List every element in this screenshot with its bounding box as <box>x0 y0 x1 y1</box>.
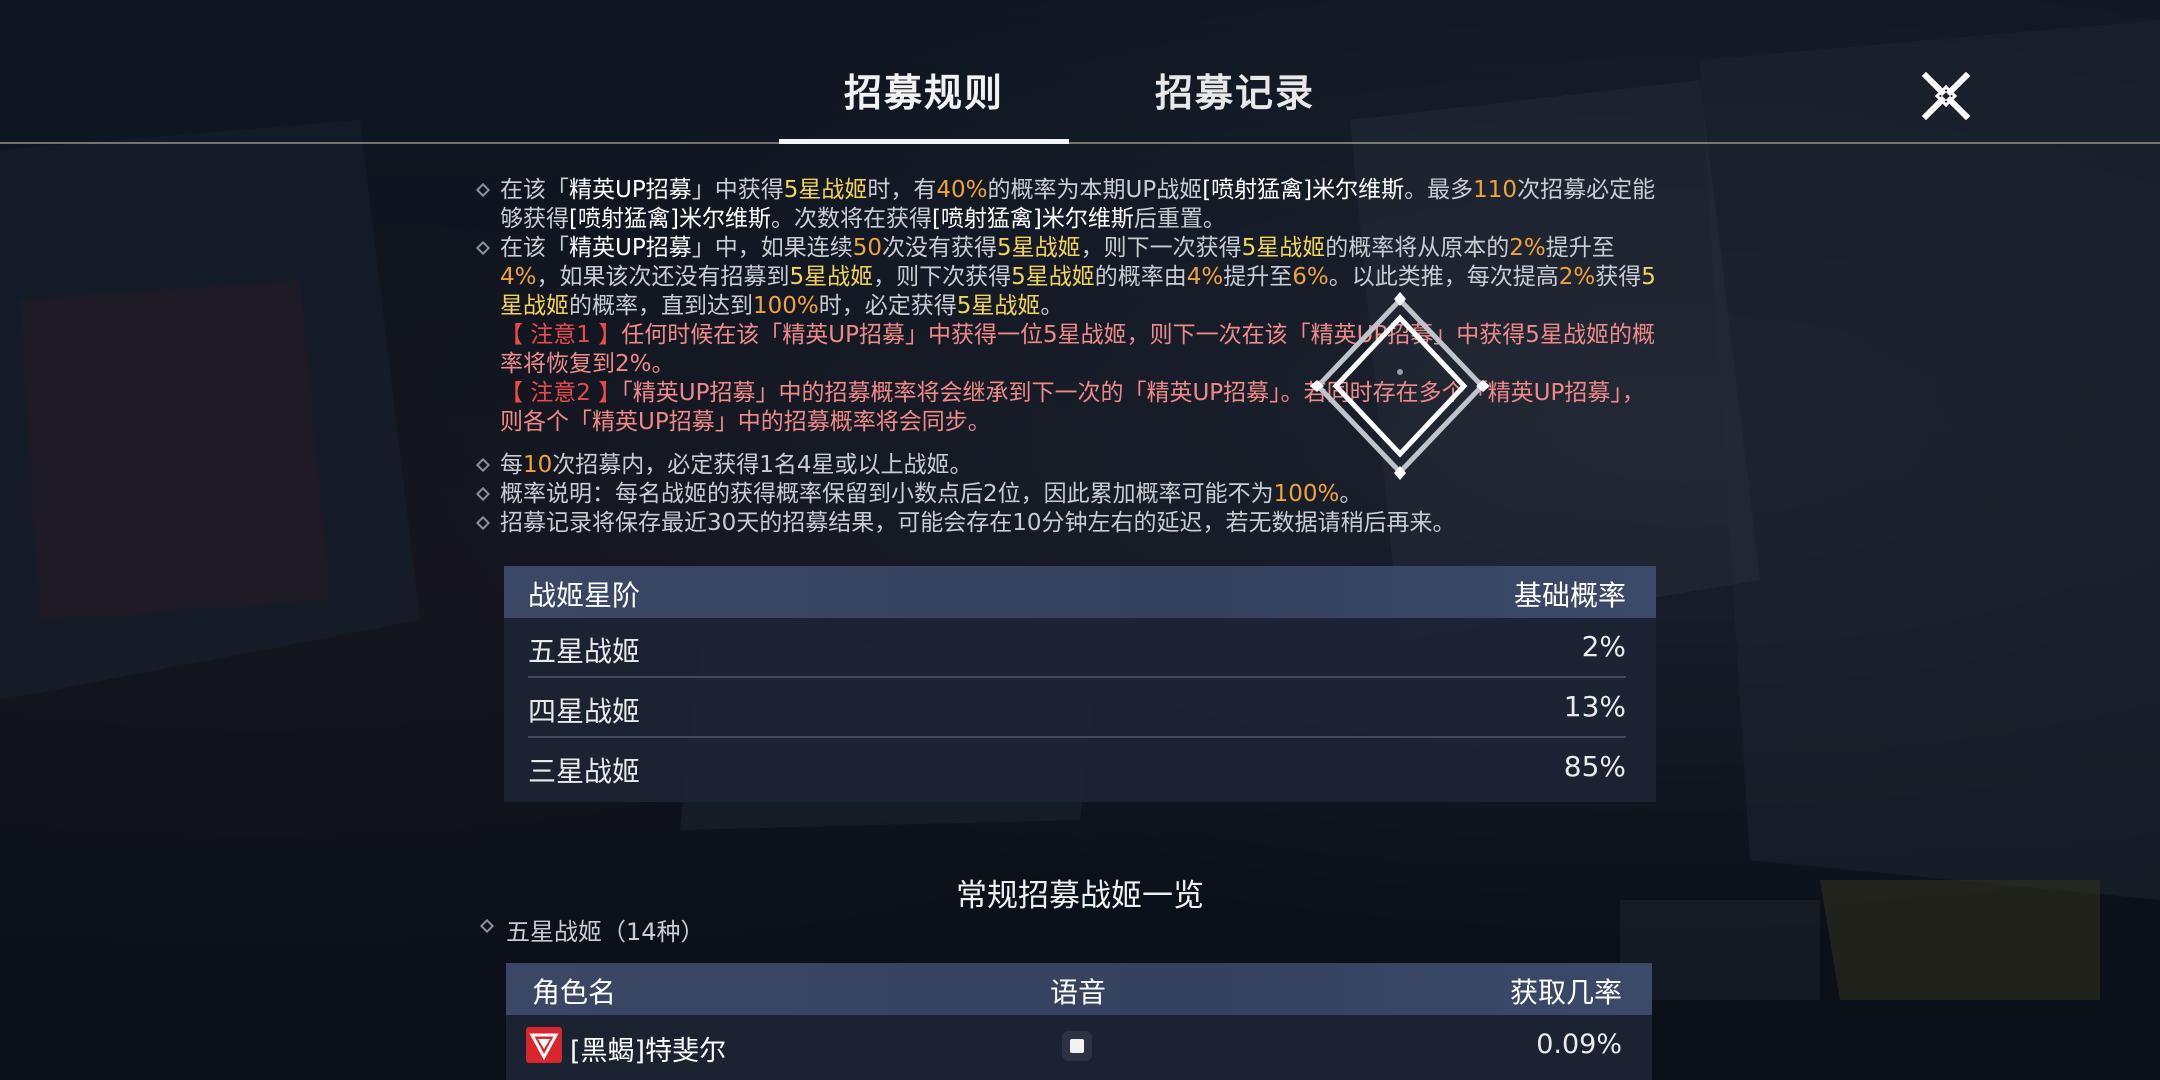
rule-highlight: 100% <box>753 293 819 319</box>
overlay-dim <box>0 0 2160 1080</box>
rule-text: 」中获得 <box>691 177 784 203</box>
table-header: 战姬星阶 基础概率 <box>504 566 1656 618</box>
section-title: 常规招募战姬一览 <box>956 878 1204 914</box>
table-row: 五星战姬 2% <box>528 618 1626 678</box>
rule-text: 的概率为本期UP战姬 <box>987 177 1203 203</box>
rule-highlight: 5星战姬 <box>1011 264 1095 290</box>
table-row: 三星战姬 85% <box>528 738 1626 796</box>
rule-text: 次没有获得 <box>882 235 997 261</box>
rule-item-record-retention: 招募记录将保存最近30天的招募结果，可能会存在10分钟左右的延迟，若无数据请稍后… <box>475 509 1666 538</box>
rule-text: ，则下次获得 <box>873 264 1012 290</box>
rule-highlight: 5星战姬 <box>783 177 868 203</box>
column-header-base-rate: 基础概率 <box>1513 579 1626 612</box>
table-row: [黑蝎]特斐尔 0.09% <box>506 1015 1652 1075</box>
diamond-bullet-icon <box>475 486 491 502</box>
star-rank-name: 三星战姬 <box>528 755 641 788</box>
character-name: [黑蝎]特斐尔 <box>570 1036 727 1067</box>
rule-text: 在该「 <box>500 235 569 261</box>
character-rate-value: 0.09% <box>1536 1029 1622 1060</box>
rule-text: 」中，如果连续 <box>691 235 853 261</box>
base-rate-value: 85% <box>1563 750 1626 783</box>
rule-highlight: [喷射猛禽]米尔维斯 <box>931 206 1134 232</box>
tab-bar: 招募规则 招募记录 <box>0 0 2160 144</box>
tab-recruit-records[interactable]: 招募记录 <box>1090 66 1380 142</box>
rule-text: 时，有 <box>867 177 937 203</box>
close-button[interactable] <box>1920 70 1972 122</box>
table-row: 四星战姬 13% <box>528 678 1626 738</box>
rule-text: 次招募内，必定获得1名4星或以上战姬。 <box>552 452 973 478</box>
rule-text: 每 <box>500 452 523 478</box>
close-x-icon <box>1921 71 1971 121</box>
column-header-star-rank: 战姬星阶 <box>528 579 641 612</box>
column-header-voice: 语音 <box>1050 976 1107 1009</box>
rule-text: 时，必定获得 <box>818 293 957 319</box>
rule-text: 后重置。 <box>1133 206 1226 232</box>
rule-text: ，如果该次还没有招募到 <box>536 264 790 290</box>
rule-text: 。 <box>1040 293 1064 319</box>
loading-diamond-icon <box>1310 292 1490 480</box>
faction-badge-icon <box>526 1027 562 1063</box>
rule-highlight: 110 <box>1473 177 1518 203</box>
rule-highlight: [喷射猛禽]米尔维斯 <box>1202 177 1405 203</box>
rule-text: 。次数将在获得 <box>770 206 932 232</box>
rule-item-up-rate: 在该「精英UP招募」中获得5星战姬时，有40%的概率为本期UP战姬[喷射猛禽]米… <box>475 176 1666 234</box>
rule-text: 。最多 <box>1404 177 1474 203</box>
diamond-bullet-icon <box>475 515 491 531</box>
table-header: 角色名 语音 获取几率 <box>506 963 1652 1015</box>
rule-highlight: 40% <box>936 177 988 203</box>
diamond-bullet-icon <box>479 918 495 934</box>
rule-text: 的概率，直到达到 <box>569 293 753 319</box>
rule-highlight: 2% <box>1509 235 1546 261</box>
base-rate-value: 13% <box>1563 690 1626 723</box>
diamond-bullet-icon <box>475 240 491 256</box>
five-star-subheading: 五星战姬（14种） <box>479 912 705 947</box>
character-rate-table: 角色名 语音 获取几率 [黑蝎]特斐尔 0.09% <box>506 963 1652 1080</box>
base-rate-value: 2% <box>1581 630 1626 663</box>
rule-highlight: 2% <box>1558 264 1596 290</box>
rule-text: 在该「 <box>500 177 569 203</box>
recruit-info-screen: 招募规则 招募记录 在该「精英UP招募」中获得5星战姬时，有40%的概率为本期U… <box>0 0 2160 1080</box>
note-tag: 【 注意1 】 <box>500 322 622 348</box>
rule-text: 概率说明：每名战姬的获得概率保留到小数点后2位，因此累加概率可能不为 <box>500 481 1274 507</box>
tab-recruit-rules[interactable]: 招募规则 <box>779 66 1069 144</box>
rule-highlight: 50 <box>852 235 882 261</box>
diamond-bullet-icon <box>475 457 491 473</box>
rule-text: 提升至 <box>1545 235 1615 261</box>
rule-highlight: 4% <box>500 264 537 290</box>
rule-highlight: 5星战姬 <box>789 264 874 290</box>
rule-text: ，则下一次获得 <box>1080 235 1242 261</box>
base-rate-table: 战姬星阶 基础概率 五星战姬 2% 四星战姬 13% 三星战姬 85% <box>504 566 1656 802</box>
rule-text: 招募记录将保存最近30天的招募结果，可能会存在10分钟左右的延迟，若无数据请稍后… <box>500 510 1456 536</box>
rule-highlight: [喷射猛禽]米尔维斯 <box>569 206 771 232</box>
rule-text: 获得 <box>1595 264 1642 290</box>
star-rank-name: 四星战姬 <box>528 695 641 728</box>
rule-highlight: 5星战姬 <box>956 293 1041 319</box>
diamond-bullet-icon <box>475 182 491 198</box>
star-rank-name: 五星战姬 <box>528 635 641 668</box>
rule-text: 精英UP招募 <box>569 235 692 261</box>
rule-text: 提升至 <box>1223 264 1293 290</box>
subheading-text: 五星战姬（14种） <box>506 918 705 946</box>
rule-text: 的概率将从原本的 <box>1325 235 1510 261</box>
column-header-character: 角色名 <box>532 976 617 1009</box>
voice-play-button[interactable] <box>1062 1031 1092 1061</box>
rule-highlight: 5星战姬 <box>997 235 1081 261</box>
rule-text: 的概率由 <box>1094 264 1187 290</box>
rule-highlight: 4% <box>1186 264 1224 290</box>
rule-text: 精英UP招募 <box>569 177 692 203</box>
rule-highlight: 5星战姬 <box>1241 235 1326 261</box>
rule-highlight: 10 <box>523 452 553 478</box>
note-tag: 【 注意2 】 <box>500 380 622 406</box>
column-header-rate: 获取几率 <box>1509 976 1622 1009</box>
